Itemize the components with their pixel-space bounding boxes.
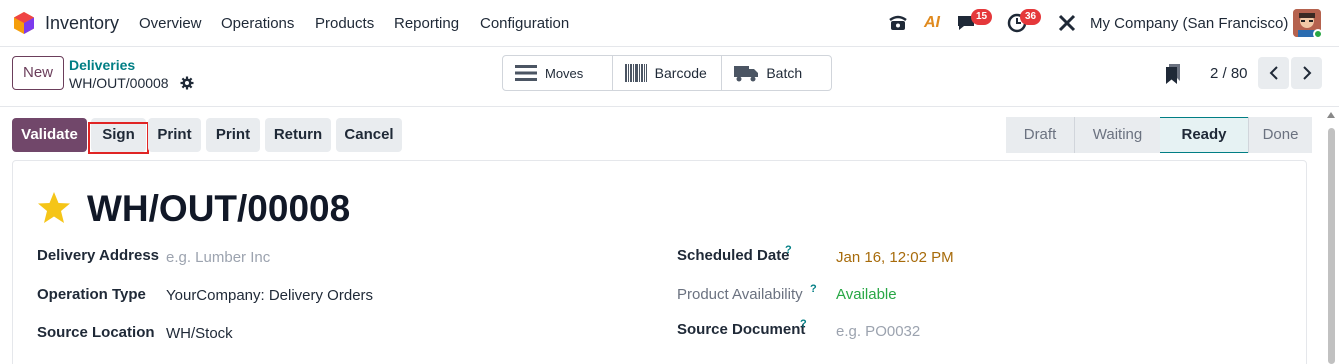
smart-buttons: Moves Barcode Batch: [502, 55, 832, 91]
print-button[interactable]: Print: [148, 118, 201, 152]
truck-icon: [734, 64, 759, 82]
online-status-dot: [1313, 29, 1323, 39]
barcode-smart-button[interactable]: Barcode: [613, 56, 723, 90]
moves-label: Moves: [545, 65, 584, 81]
ai-icon[interactable]: AI: [921, 12, 943, 34]
menu-products[interactable]: Products: [315, 15, 374, 32]
status-draft[interactable]: Draft: [1006, 117, 1074, 153]
menu-configuration[interactable]: Configuration: [480, 15, 569, 32]
divider: [0, 106, 1339, 107]
company-switcher[interactable]: My Company (San Francisco): [1090, 15, 1288, 32]
top-navbar: Inventory Overview Operations Products R…: [0, 0, 1339, 47]
print-labels-button[interactable]: Print: [206, 118, 260, 152]
status-ready[interactable]: Ready: [1160, 117, 1248, 153]
chevron-right-icon: [1302, 66, 1311, 80]
status-bar: Draft Waiting Ready Done: [1006, 117, 1312, 153]
menu-overview[interactable]: Overview: [139, 15, 202, 32]
menu-reporting[interactable]: Reporting: [394, 15, 459, 32]
scroll-up-arrow[interactable]: [1327, 112, 1335, 118]
status-done[interactable]: Done: [1248, 117, 1312, 153]
batch-smart-button[interactable]: Batch: [722, 56, 831, 90]
cancel-button[interactable]: Cancel: [336, 118, 402, 152]
messages-badge: 15: [971, 9, 993, 25]
operation-type-field[interactable]: YourCompany: Delivery Orders: [166, 287, 373, 304]
list-icon: [515, 65, 537, 81]
product-availability-value: Available: [836, 286, 897, 303]
phone-icon[interactable]: [887, 12, 909, 34]
source-location-field[interactable]: WH/Stock: [166, 325, 233, 342]
sign-highlight-box: [88, 122, 149, 154]
source-document-input[interactable]: e.g. PO0032: [836, 323, 920, 340]
scheduled-date-help-icon[interactable]: ?: [785, 244, 792, 256]
pager-next-button[interactable]: [1291, 57, 1322, 89]
pager-previous-button[interactable]: [1258, 57, 1289, 89]
scheduled-date-field[interactable]: Jan 16, 12:02 PM: [836, 249, 954, 266]
barcode-icon: [624, 64, 647, 82]
product-availability-label: Product Availability: [677, 286, 803, 303]
new-button[interactable]: New: [12, 56, 64, 90]
menu-operations[interactable]: Operations: [221, 15, 294, 32]
scheduled-date-label: Scheduled Date: [677, 247, 790, 264]
gear-icon[interactable]: [180, 76, 194, 90]
validate-button[interactable]: Validate: [12, 118, 87, 152]
tools-icon[interactable]: [1056, 12, 1078, 34]
pager-value[interactable]: 2 / 80: [1210, 65, 1248, 82]
inventory-app-icon[interactable]: [14, 12, 34, 34]
record-title[interactable]: WH/OUT/00008: [87, 188, 350, 230]
status-waiting[interactable]: Waiting: [1074, 117, 1160, 153]
activities-badge: 36: [1020, 9, 1042, 25]
source-document-label: Source Document: [677, 321, 806, 338]
delivery-address-input[interactable]: e.g. Lumber Inc: [166, 249, 270, 266]
delivery-address-label: Delivery Address: [37, 247, 160, 264]
source-location-label: Source Location: [37, 324, 155, 341]
barcode-label: Barcode: [654, 65, 707, 81]
product-availability-help-icon[interactable]: ?: [810, 283, 817, 295]
breadcrumb-deliveries[interactable]: Deliveries: [69, 57, 135, 73]
app-name[interactable]: Inventory: [45, 13, 119, 34]
moves-smart-button[interactable]: Moves: [503, 56, 613, 90]
breadcrumb-current-record: WH/OUT/00008: [69, 75, 169, 91]
star-icon[interactable]: [37, 191, 71, 225]
bookmark-icon[interactable]: [1166, 64, 1180, 84]
chevron-left-icon: [1269, 66, 1278, 80]
batch-label: Batch: [766, 65, 803, 81]
operation-type-label: Operation Type: [37, 286, 146, 303]
source-document-help-icon[interactable]: ?: [800, 318, 807, 330]
return-button[interactable]: Return: [265, 118, 331, 152]
ai-label: AI: [924, 14, 940, 31]
scrollbar-thumb[interactable]: [1328, 128, 1335, 364]
